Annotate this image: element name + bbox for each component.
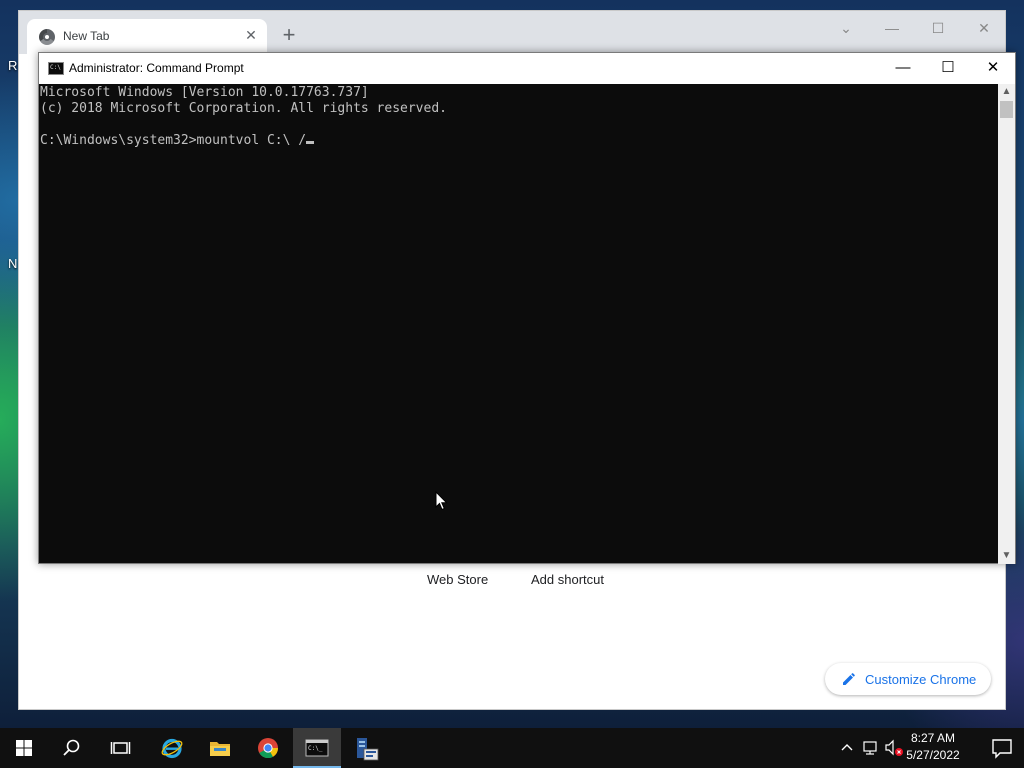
folder-icon — [210, 742, 230, 756]
internet-explorer-icon — [161, 738, 183, 759]
svg-text:C:\_: C:\_ — [308, 745, 323, 752]
pencil-icon — [843, 673, 855, 685]
chrome-close-button[interactable]: ✕ — [961, 15, 1007, 41]
cmd-close-button[interactable]: ✕ — [970, 53, 1016, 84]
search-button[interactable] — [48, 728, 96, 768]
system-clock[interactable]: 8:27 AM 5/27/2022 — [898, 730, 968, 764]
shortcut-add-shortcut[interactable]: Add shortcut — [531, 572, 604, 587]
desktop-icon-label-fragment[interactable]: R — [8, 58, 17, 73]
cmd-window-title: Administrator: Command Prompt — [69, 61, 244, 75]
mouse-pointer-icon — [435, 491, 448, 511]
cmd-console-output[interactable]: Microsoft Windows [Version 10.0.17763.73… — [39, 84, 1000, 564]
shortcut-web-store[interactable]: Web Store — [427, 572, 488, 587]
cmd-window-icon: C:\ — [48, 62, 64, 75]
customize-chrome-button[interactable]: Customize Chrome — [825, 663, 991, 695]
cmd-minimize-button[interactable]: — — [880, 53, 926, 84]
command-prompt-icon: C:\_ — [305, 739, 329, 757]
server-manager-button[interactable] — [342, 728, 390, 768]
chrome-taskbar-button[interactable] — [244, 728, 292, 768]
cmd-title-bar[interactable]: C:\ Administrator: Command Prompt — ☐ ✕ — [39, 53, 1015, 84]
command-prompt-window: C:\ Administrator: Command Prompt — ☐ ✕ … — [38, 52, 1016, 564]
search-icon — [63, 739, 80, 756]
task-view-button[interactable] — [96, 728, 144, 768]
windows-logo-icon — [16, 740, 32, 756]
chrome-minimize-button[interactable]: — — [869, 15, 915, 41]
internet-explorer-button[interactable] — [148, 728, 196, 768]
new-tab-button[interactable]: + — [277, 24, 301, 48]
show-hidden-icons-chevron-icon[interactable] — [837, 738, 857, 758]
cmd-scrollbar[interactable]: ▲ ▼ — [998, 84, 1015, 564]
task-view-icon — [110, 742, 131, 754]
chrome-maximize-button[interactable]: ☐ — [915, 15, 961, 41]
clock-time: 8:27 AM — [910, 731, 956, 745]
network-icon[interactable] — [861, 738, 881, 758]
scrollbar-thumb[interactable] — [1000, 101, 1013, 118]
cmd-maximize-button[interactable]: ☐ — [925, 53, 971, 84]
taskbar: C:\_ 8:27 AM 5/27/2022 — [0, 728, 1024, 768]
scroll-up-icon[interactable]: ▲ — [998, 84, 1015, 100]
server-manager-icon — [357, 738, 379, 761]
chrome-icon — [258, 738, 279, 759]
desktop-icon-label-fragment[interactable]: N — [8, 256, 17, 271]
console-line: Microsoft Windows [Version 10.0.17763.73… — [40, 85, 369, 100]
tab-search-button[interactable]: ⌄ — [823, 15, 869, 41]
customize-chrome-label: Customize Chrome — [865, 672, 977, 687]
tab-new-tab[interactable]: New Tab ✕ — [27, 19, 267, 54]
text-cursor — [306, 141, 315, 144]
console-line: (c) 2018 Microsoft Corporation. All righ… — [40, 101, 447, 116]
console-command: C:\Windows\system32>mountvol C:\ / — [40, 133, 307, 148]
clock-date: 5/27/2022 — [906, 748, 960, 762]
start-button[interactable] — [0, 728, 48, 768]
tab-close-icon[interactable]: ✕ — [243, 27, 259, 43]
scroll-down-icon[interactable]: ▼ — [998, 548, 1015, 564]
file-explorer-button[interactable] — [196, 728, 244, 768]
action-center-icon[interactable] — [990, 736, 1014, 760]
console-prompt-line: C:\Windows\system32>mountvol C:\ / — [40, 133, 1000, 149]
chrome-tab-strip: New Tab ✕ + ⌄ — ☐ ✕ — [19, 11, 1005, 54]
chrome-favicon-icon — [39, 29, 55, 45]
tab-title: New Tab — [63, 29, 110, 43]
command-prompt-taskbar-button[interactable]: C:\_ — [293, 728, 341, 768]
